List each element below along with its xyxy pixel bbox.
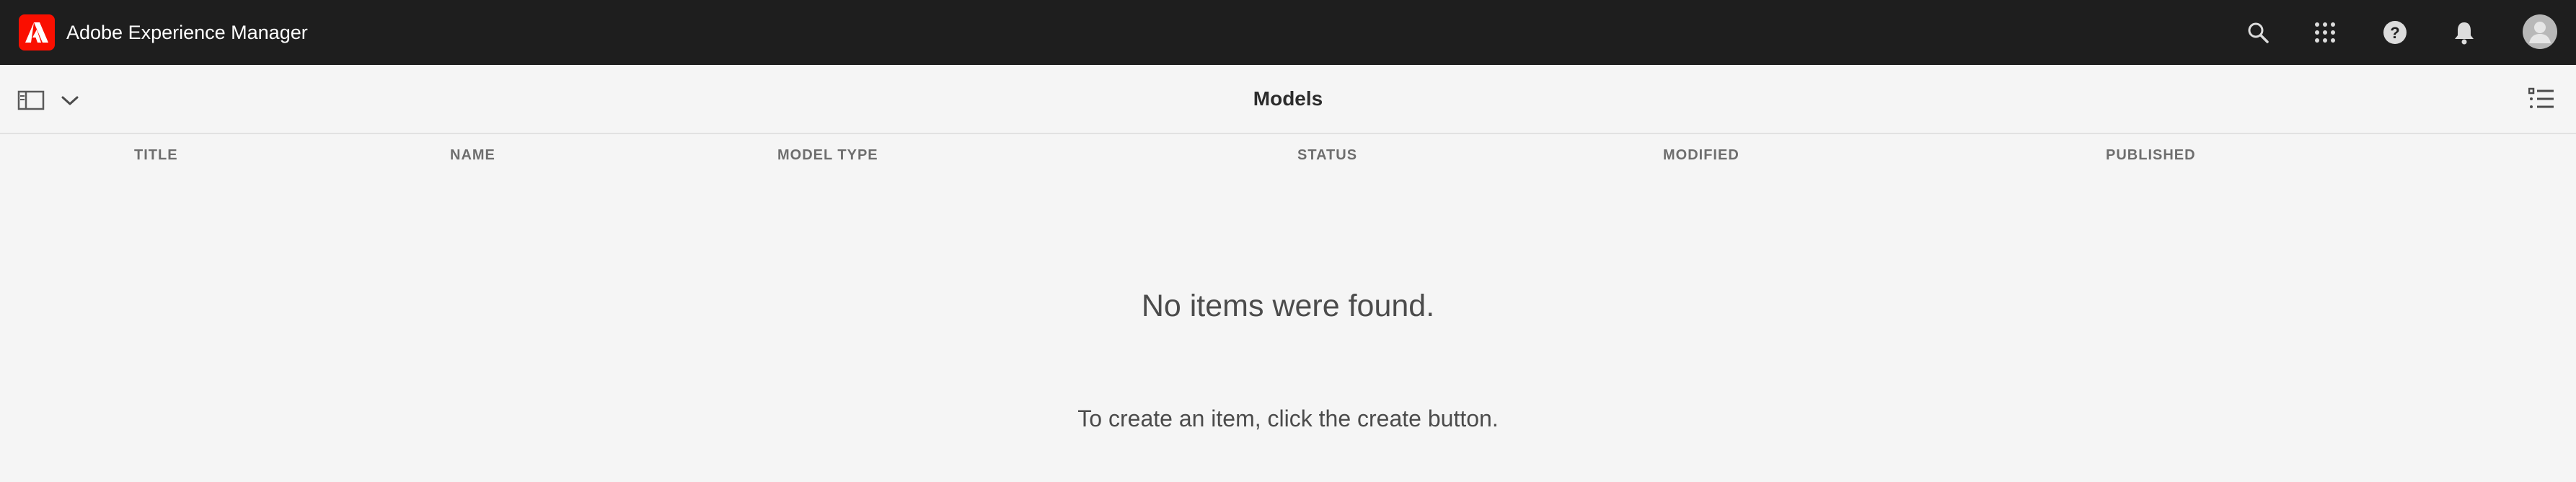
column-header-model-type[interactable]: MODEL TYPE: [777, 147, 878, 164]
help-icon[interactable]: ?: [2377, 14, 2413, 51]
view-switcher-button[interactable]: [2524, 84, 2559, 114]
side-panel-icon: [17, 90, 45, 110]
empty-state-message: To create an item, click the create butt…: [1077, 406, 1499, 431]
chevron-down-icon: [61, 96, 79, 105]
search-icon[interactable]: [2240, 14, 2276, 51]
list-view-icon: [2528, 87, 2554, 108]
rail-toggle-button[interactable]: [17, 87, 82, 114]
column-header-status[interactable]: STATUS: [1297, 147, 1357, 164]
empty-state-title: No items were found.: [1141, 289, 1435, 323]
column-header-published[interactable]: PUBLISHED: [2106, 147, 2196, 164]
brand[interactable]: Adobe Experience Manager: [19, 13, 308, 52]
app-title: Adobe Experience Manager: [66, 21, 308, 43]
adobe-logo: [19, 14, 55, 51]
user-avatar[interactable]: [2520, 12, 2560, 52]
apps-grid-icon[interactable]: [2307, 14, 2343, 51]
column-header-name[interactable]: NAME: [450, 147, 495, 164]
table-header: TITLE NAME MODEL TYPE STATUS MODIFIED PU…: [0, 134, 2576, 180]
column-header-modified[interactable]: MODIFIED: [1663, 147, 1739, 164]
action-bar: Models: [0, 65, 2576, 134]
notifications-bell-icon[interactable]: [2446, 14, 2482, 51]
svg-text:?: ?: [2390, 24, 2399, 42]
global-header: Adobe Experience Manager ?: [0, 0, 2576, 65]
column-header-title[interactable]: TITLE: [134, 147, 178, 164]
page-title: Models: [1253, 87, 1323, 110]
